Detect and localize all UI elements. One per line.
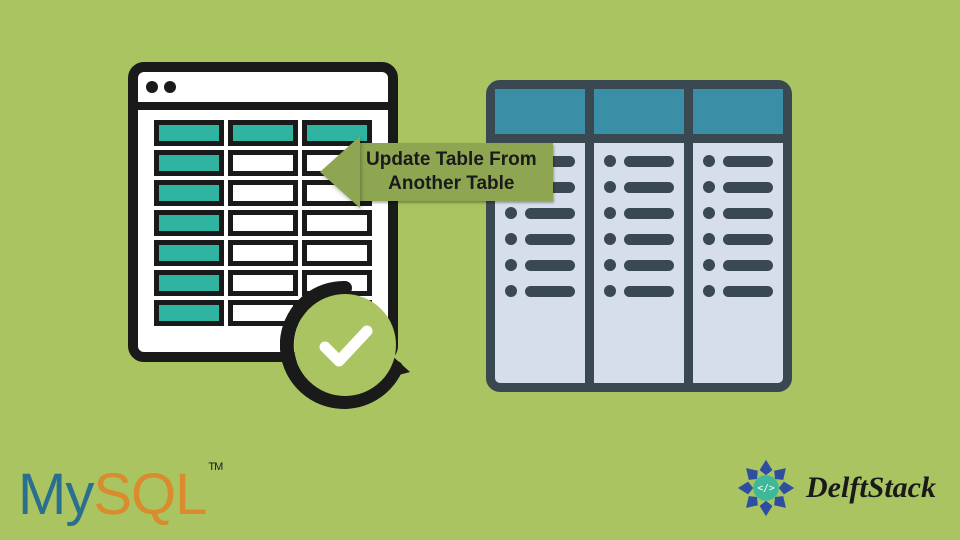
table-cell — [302, 210, 372, 236]
rtable-row — [604, 207, 674, 219]
bullet-icon — [505, 259, 517, 271]
data-bar — [624, 234, 674, 245]
delftstack-mandala-icon: </> — [734, 456, 798, 520]
bullet-icon — [703, 155, 715, 167]
rtable-row — [703, 259, 773, 271]
bullet-icon — [703, 259, 715, 271]
arrow-body: Update Table From Another Table — [360, 143, 553, 201]
rtable-row — [703, 233, 773, 245]
rtable-col-3 — [693, 89, 783, 383]
rtable-row — [703, 207, 773, 219]
bullet-icon — [505, 207, 517, 219]
data-bar — [525, 208, 575, 219]
bullet-icon — [604, 207, 616, 219]
bullet-icon — [604, 181, 616, 193]
rtable-row — [604, 181, 674, 193]
table-cell — [154, 240, 224, 266]
bullet-icon — [604, 259, 616, 271]
arrow-label: Update Table From Another Table — [320, 136, 553, 208]
arrow-head-icon — [320, 136, 360, 208]
rtable-header — [693, 89, 783, 143]
data-bar — [624, 182, 674, 193]
mysql-logo: MySQLTM — [18, 461, 222, 528]
rtable-col-2 — [594, 89, 693, 383]
rtable-row — [505, 233, 575, 245]
data-bar — [723, 208, 773, 219]
data-bar — [525, 260, 575, 271]
window-titlebar — [138, 72, 388, 110]
data-bar — [525, 234, 575, 245]
rtable-body — [594, 143, 684, 383]
rtable-row — [604, 285, 674, 297]
rtable-row — [604, 259, 674, 271]
refresh-check-icon — [280, 280, 410, 410]
table-cell — [228, 210, 298, 236]
data-bar — [624, 286, 674, 297]
delftstack-wordmark: DelftStack — [806, 471, 936, 505]
arrow-text-line1: Update Table From — [366, 148, 537, 172]
data-bar — [723, 234, 773, 245]
table-cell — [154, 150, 224, 176]
data-bar — [723, 156, 773, 167]
check-circle — [294, 294, 396, 396]
rtable-header — [495, 89, 585, 143]
mysql-wordmark: MySQLTM — [18, 461, 222, 528]
data-bar — [624, 208, 674, 219]
data-bar — [624, 260, 674, 271]
table-cell — [154, 180, 224, 206]
table-cell — [228, 240, 298, 266]
table-cell — [154, 270, 224, 296]
trademark-text: TM — [208, 461, 222, 473]
rtable-header — [594, 89, 684, 143]
rtable-row — [505, 285, 575, 297]
arrow-text-line2: Another Table — [366, 172, 537, 196]
rtable-body — [693, 143, 783, 383]
table-cell — [228, 150, 298, 176]
window-control-dot — [146, 81, 158, 93]
mysql-my: My — [18, 462, 93, 527]
bullet-icon — [604, 155, 616, 167]
bullet-icon — [703, 233, 715, 245]
table-cell — [302, 240, 372, 266]
bullet-icon — [703, 207, 715, 219]
rtable-row — [505, 207, 575, 219]
rtable-col-1 — [495, 89, 594, 383]
bullet-icon — [505, 233, 517, 245]
rtable-row — [604, 155, 674, 167]
table-cell — [154, 120, 224, 146]
mysql-sql: SQL — [93, 462, 206, 527]
bullet-icon — [604, 233, 616, 245]
svg-text:</>: </> — [757, 483, 775, 494]
window-control-dot — [164, 81, 176, 93]
table-cell — [228, 120, 298, 146]
bullet-icon — [604, 285, 616, 297]
data-bar — [723, 286, 773, 297]
data-bar — [723, 182, 773, 193]
bullet-icon — [505, 285, 517, 297]
rtable-row — [703, 181, 773, 193]
data-bar — [624, 156, 674, 167]
table-cell — [154, 300, 224, 326]
table-cell — [154, 210, 224, 236]
delftstack-logo: </> DelftStack — [734, 456, 936, 520]
data-bar — [525, 286, 575, 297]
rtable-row — [505, 259, 575, 271]
data-bar — [723, 260, 773, 271]
bullet-icon — [703, 181, 715, 193]
table-col-1 — [154, 120, 224, 326]
rtable-row — [703, 285, 773, 297]
rtable-row — [604, 233, 674, 245]
bullet-icon — [703, 285, 715, 297]
source-table — [486, 80, 792, 392]
check-icon — [313, 313, 377, 377]
table-cell — [228, 180, 298, 206]
rtable-row — [703, 155, 773, 167]
